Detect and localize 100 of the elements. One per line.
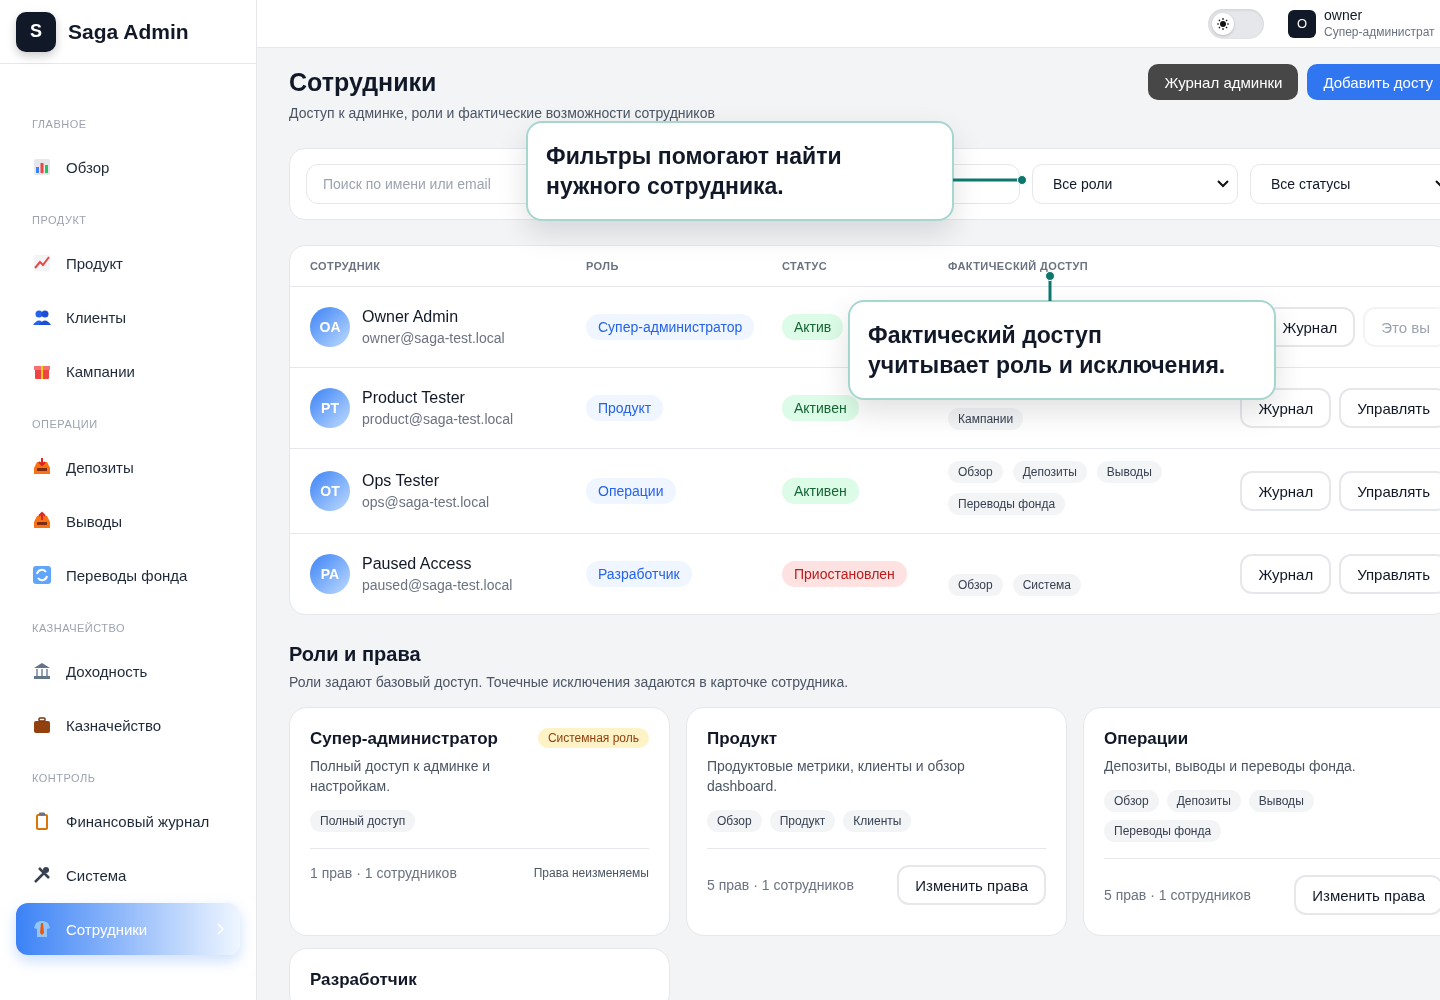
bar-chart-icon — [32, 157, 52, 177]
brand-name: Saga Admin — [68, 19, 189, 44]
permission-tag: Клиенты — [843, 810, 912, 832]
employee-email: product@saga-test.local — [362, 410, 514, 429]
access-tag: Выводы — [1096, 461, 1162, 483]
access-tag: Система — [1012, 574, 1081, 596]
employee-email: ops@saga-test.local — [362, 493, 490, 512]
tooltip: Фильтры помогают найти нужного сотрудника. — [526, 121, 954, 221]
column-header: СТАТУС — [782, 260, 828, 272]
user-avatar[interactable]: O — [1288, 9, 1316, 38]
tools-icon — [32, 865, 52, 885]
sidebar-item[interactable]: Кампании — [16, 345, 240, 397]
section-subtitle: Роли задают базовый доступ. Точечные исключения задаются в карточке сотрудника. — [289, 674, 850, 690]
role-title: Продукт — [707, 728, 778, 750]
employee-name: Product Tester — [362, 388, 466, 408]
section-title: КАЗНАЧЕЙСТВО — [31, 621, 127, 636]
access-tag: Кампании — [948, 408, 1024, 430]
role-description: Продуктовые метрики, клиенты и обзор dashboard. — [707, 757, 966, 796]
section-title: Роли и права — [289, 643, 422, 666]
sidebar-item[interactable]: Обзор — [16, 141, 240, 193]
section-title: КОНТРОЛЬ — [31, 771, 97, 786]
chevron-down-icon — [1217, 180, 1229, 188]
manage-button[interactable]: Управлять — [1339, 471, 1440, 511]
theme-toggle[interactable] — [1208, 8, 1264, 39]
permission-tag: Обзор — [707, 810, 762, 832]
filter-select[interactable]: Все статусы — [1250, 164, 1440, 204]
add-access-button[interactable]: Добавить досту — [1307, 64, 1440, 100]
outbox-icon — [32, 511, 52, 531]
role-summary: 5 прав · 1 сотрудников — [1104, 887, 1251, 903]
permission-tag: Обзор — [1104, 790, 1159, 812]
filter-select[interactable]: Все роли — [1032, 164, 1238, 204]
sidebar-item[interactable]: Система — [16, 849, 240, 901]
avatar: OA — [310, 307, 350, 347]
page-subtitle: Доступ к админке, роли и фактические возможности сотрудников — [289, 105, 715, 121]
edit-rights-button[interactable]: Изменить права — [1294, 875, 1440, 915]
role-badge: Продукт — [586, 395, 664, 421]
log-button[interactable]: Журнал — [1240, 388, 1332, 428]
section-title: ОПЕРАЦИИ — [31, 417, 99, 432]
permission-tag: Продукт — [769, 810, 836, 832]
role-title: Операции — [1104, 728, 1189, 750]
sidebar-item[interactable]: Доходность — [16, 645, 240, 697]
log-button[interactable]: Журнал — [1240, 471, 1332, 511]
user-name: owner — [1324, 6, 1364, 24]
section-title: ГЛАВНОЕ — [31, 117, 88, 132]
arrows-icon — [32, 565, 52, 585]
sidebar-item[interactable]: Финансовый журнал — [16, 795, 240, 847]
tooltip: Фактический доступ учитывает роль и исключения. — [848, 300, 1276, 400]
employee-email: owner@saga-test.local — [362, 329, 505, 348]
section-title: ПРОДУКТ — [31, 213, 88, 228]
user-role: Супер-администрат — [1324, 23, 1435, 41]
column-header: СОТРУДНИК — [310, 260, 382, 272]
employee-name: Paused Access — [362, 554, 473, 574]
role-title: Супер-администратор — [310, 728, 498, 750]
access-tag: Переводы фонда — [948, 493, 1066, 515]
avatar: PA — [310, 554, 350, 594]
permission-tag: Переводы фонда — [1104, 820, 1222, 842]
shirt-icon — [32, 919, 52, 939]
leader-line — [1044, 270, 1056, 301]
logo: S — [16, 11, 56, 52]
status-badge: Приостановлен — [782, 561, 907, 587]
inbox-icon — [32, 457, 52, 477]
role-summary: 5 прав · 1 сотрудников — [707, 877, 854, 893]
access-tag: Обзор — [948, 461, 1003, 483]
permission-tag: Выводы — [1248, 790, 1314, 812]
role-title: Разработчик — [310, 969, 417, 991]
permission-tag: Полный доступ — [310, 810, 416, 832]
edit-rights-button[interactable]: Изменить права — [897, 865, 1046, 905]
manage-button[interactable]: Управлять — [1339, 388, 1440, 428]
sidebar-item[interactable]: Продукт — [16, 237, 240, 289]
line-chart-icon — [32, 253, 52, 273]
avatar: OT — [310, 471, 350, 511]
sidebar-item[interactable]: Клиенты — [16, 291, 240, 343]
employee-email: paused@saga-test.local — [362, 576, 513, 595]
sun-icon — [1217, 17, 1229, 30]
avatar: PT — [310, 388, 350, 428]
employee-name: Owner Admin — [362, 307, 460, 327]
role-summary: 1 прав · 1 сотрудников — [310, 865, 457, 881]
role-description: Полный доступ к админке и настройкам. — [310, 757, 492, 796]
status-badge: Актив — [782, 314, 844, 340]
log-button[interactable]: Журнал — [1240, 554, 1332, 594]
role-badge: Супер-администратор — [586, 314, 755, 340]
manage-button[interactable]: Управлять — [1339, 554, 1440, 594]
role-badge: Разработчик — [586, 561, 692, 587]
column-header: ФАКТИЧЕСКИЙ ДОСТУП — [948, 260, 1089, 272]
briefcase-icon — [32, 715, 52, 735]
employee-name: Ops Tester — [362, 471, 441, 491]
access-tag: Обзор — [948, 574, 1003, 596]
chevron-icon — [216, 923, 224, 935]
sidebar-item[interactable]: Казначейство — [16, 699, 240, 751]
page-title: Сотрудники — [289, 68, 438, 97]
status-badge: Активен — [782, 395, 859, 421]
access-tag: Депозиты — [1012, 461, 1087, 483]
permission-tag: Депозиты — [1166, 790, 1241, 812]
sidebar-item[interactable]: Депозиты — [16, 441, 240, 493]
column-header: РОЛЬ — [586, 260, 620, 272]
sidebar-item[interactable]: Переводы фонда — [16, 549, 240, 601]
system-role-badge: Системная роль — [537, 728, 649, 748]
admin-log-button[interactable]: Журнал админки — [1148, 64, 1299, 100]
status-badge: Активен — [782, 478, 859, 504]
sidebar-item[interactable]: Выводы — [16, 495, 240, 547]
